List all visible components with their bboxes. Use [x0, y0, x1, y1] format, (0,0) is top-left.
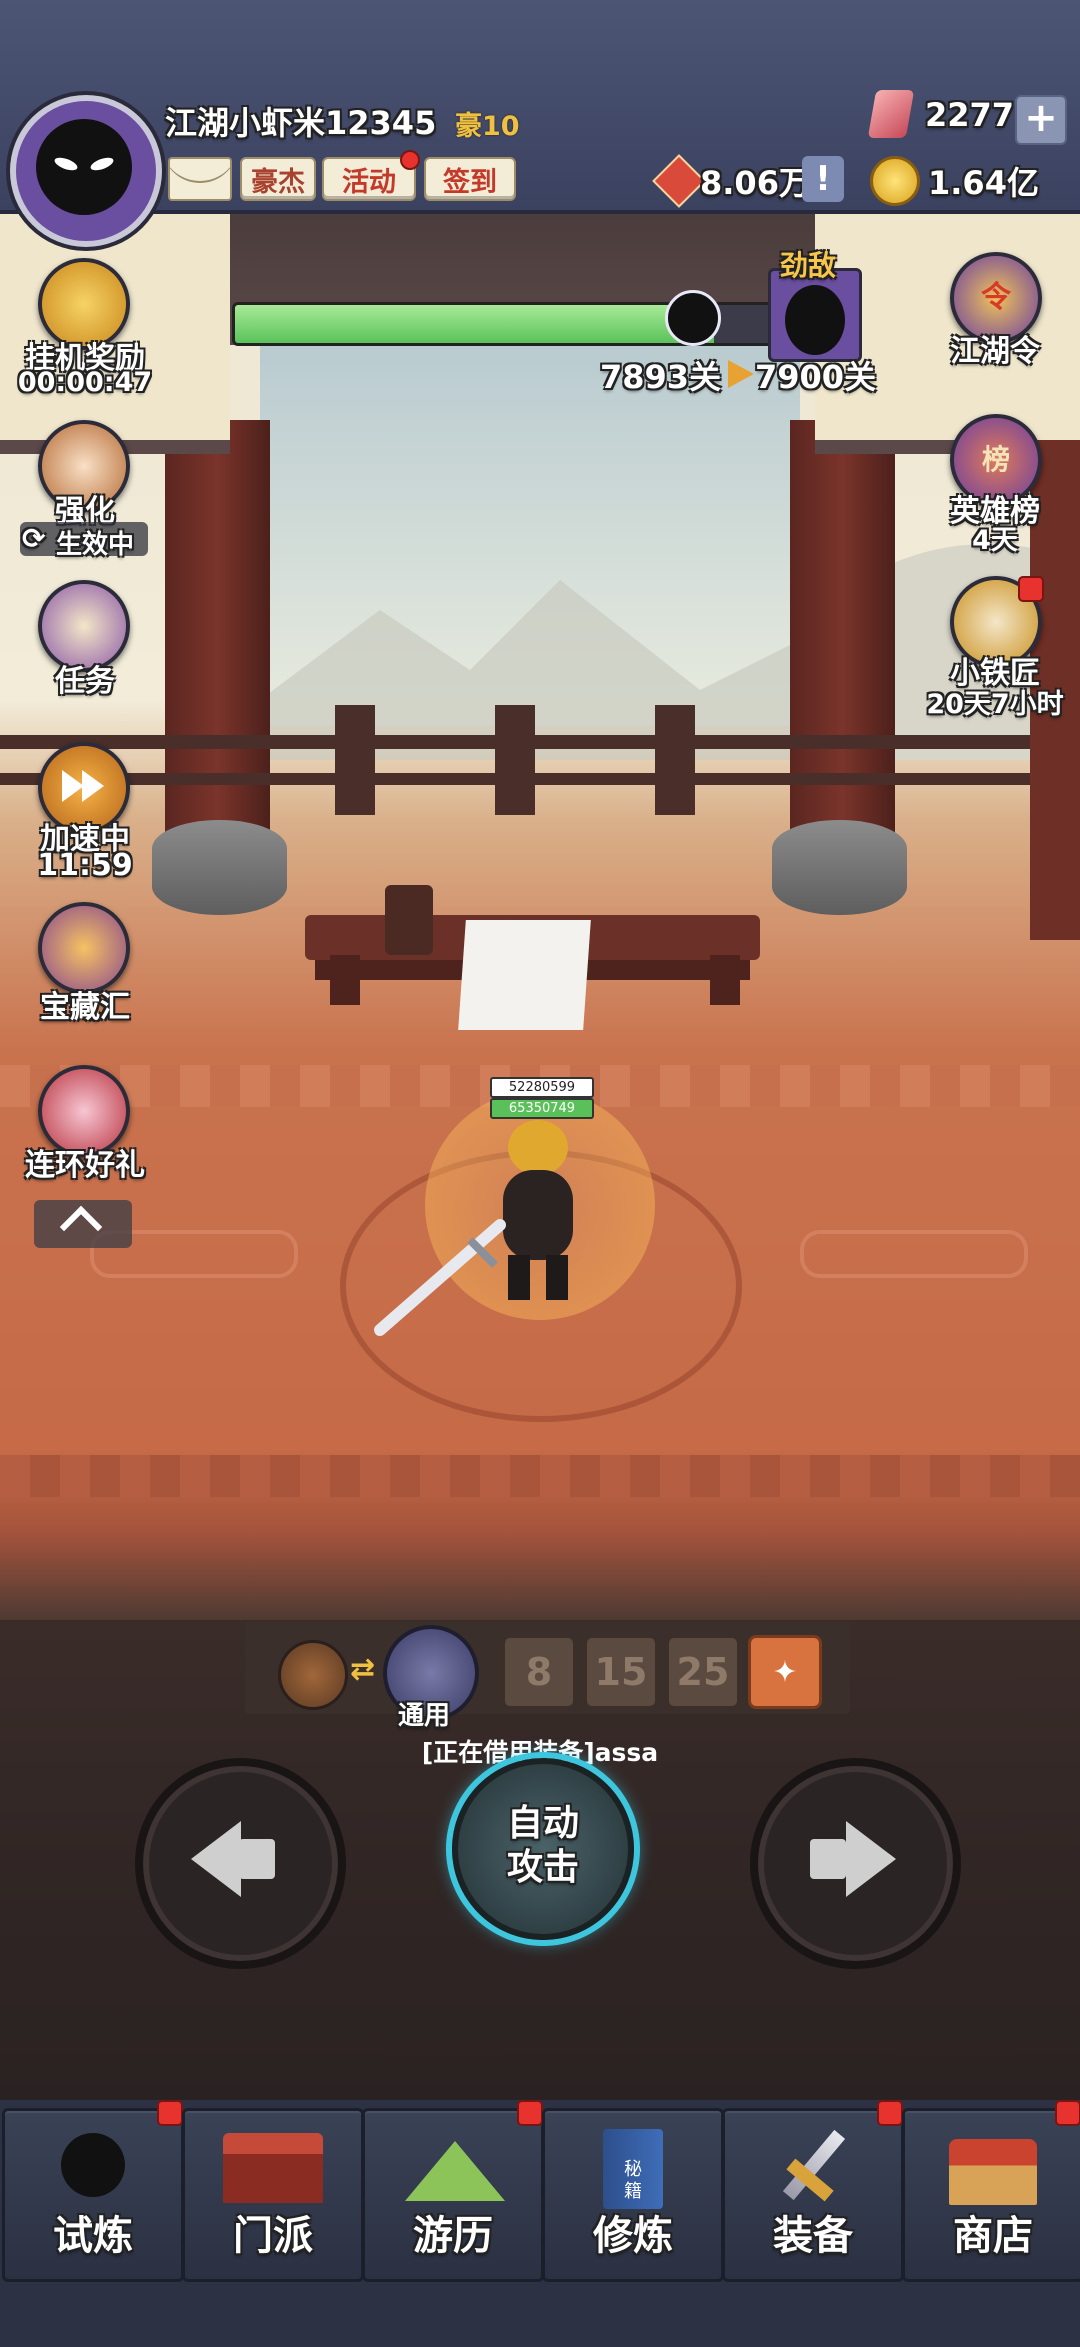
chevron-up-icon — [59, 1205, 103, 1249]
skill-level-3: 25 — [676, 1650, 730, 1694]
hp-bar: 65350749 — [490, 1098, 594, 1119]
tab-travel-badge — [517, 2100, 543, 2126]
cloud-pattern-right — [800, 1230, 1028, 1278]
player-avatar[interactable] — [10, 95, 162, 247]
swap-icon: ⇄ — [350, 1652, 376, 1687]
skill-slot-1[interactable]: 8 — [502, 1635, 576, 1709]
player-sword — [374, 1219, 506, 1336]
boss-ninja-icon — [785, 285, 845, 355]
tab-travel[interactable]: 游历 — [362, 2108, 544, 2282]
weapon-label: 通用 — [398, 1701, 451, 1731]
honor-info-button[interactable]: ! — [802, 156, 844, 202]
vip-badge[interactable]: 豪10 — [455, 104, 520, 143]
gem-count: 2277 — [925, 96, 1015, 134]
gold-coin-icon — [870, 156, 920, 206]
player-name: 江湖小虾米12345 — [165, 104, 437, 142]
speedup-timer: 11:59 — [37, 848, 133, 883]
task-label: 任务 — [55, 664, 115, 699]
shield-bar: 52280599 — [490, 1077, 594, 1098]
skill-slot-4[interactable]: ✦ — [748, 1635, 822, 1709]
blacksmith-time: 20天7小时 — [926, 689, 1064, 720]
ninja-icon — [61, 2133, 125, 2197]
skill-level-1: 8 — [525, 1650, 553, 1694]
brush-pot — [385, 885, 433, 955]
skill-flame-icon: ✦ — [772, 1654, 798, 1690]
add-gems-button[interactable]: + — [1015, 95, 1067, 145]
collapse-menu-button[interactable] — [34, 1200, 132, 1249]
heroes-label: 豪杰 — [251, 166, 305, 198]
mail-icon[interactable] — [168, 157, 232, 201]
idle-reward-timer: 00:00:47 — [17, 367, 153, 398]
tab-shop-label: 商店 — [953, 2213, 1033, 2259]
skill-slot-2[interactable]: 15 — [584, 1635, 658, 1709]
tab-shop[interactable]: 商店 — [902, 2108, 1080, 2282]
auto-attack-label: 自动 攻击 — [506, 1803, 579, 1888]
treasure-chest-icon[interactable] — [38, 902, 130, 994]
table-leg-left — [330, 955, 360, 1005]
auto-attack-button[interactable]: 自动 攻击 — [452, 1758, 634, 1940]
mountain-icon — [405, 2141, 505, 2201]
tab-sect[interactable]: 门派 — [182, 2108, 364, 2282]
arrow-left-icon — [191, 1821, 241, 1897]
signin-button[interactable]: 签到 — [424, 157, 516, 201]
railing — [0, 705, 1080, 815]
move-right-button[interactable] — [750, 1758, 961, 1969]
activity-badge — [400, 150, 420, 170]
target-stage: 7900关 — [755, 358, 877, 396]
arrow-right-icon — [846, 1821, 896, 1897]
boss-label: 劲敌 — [780, 249, 837, 282]
gift-label: 连环好礼 — [25, 1148, 145, 1183]
current-stage: 7893关 — [600, 358, 722, 396]
jianghu-token-label: 江湖令 — [950, 334, 1040, 369]
skill-slot-3[interactable]: 25 — [666, 1635, 740, 1709]
tab-equipment-label: 装备 — [773, 2213, 853, 2259]
gate-icon — [223, 2133, 323, 2203]
tab-equipment[interactable]: 装备 — [722, 2108, 904, 2282]
tab-trial-label: 试炼 — [53, 2213, 133, 2259]
book-glyph: 秘 籍 — [624, 2159, 642, 2202]
stage-progress-fill — [235, 305, 714, 343]
honor-count: 8.06万 — [700, 164, 811, 202]
tab-equipment-badge — [877, 2100, 903, 2126]
strengthen-status: 生效中 — [56, 530, 135, 560]
paper-scroll — [458, 920, 591, 1030]
tab-trial[interactable]: 试炼 — [2, 2108, 184, 2282]
rank-glyph: 榜 — [981, 443, 1010, 476]
tab-cultivate[interactable]: 秘 籍 修炼 — [542, 2108, 724, 2282]
shop-icon — [949, 2139, 1037, 2205]
refresh-icon: ⟳ — [22, 522, 46, 555]
spear-weapon-icon[interactable] — [278, 1640, 348, 1710]
blacksmith-badge — [1018, 576, 1044, 602]
tab-travel-label: 游历 — [413, 2213, 493, 2259]
tab-cultivate-label: 修炼 — [593, 2213, 673, 2259]
move-left-button[interactable] — [135, 1758, 346, 1969]
game-screen: 52280599 65350749 江湖小虾米12345 豪10 豪杰 活动 签… — [0, 0, 1080, 2347]
player-marker-icon — [665, 290, 721, 346]
heroes-button[interactable]: 豪杰 — [240, 157, 316, 201]
hero-rank-days: 4天 — [972, 525, 1018, 556]
gold-count: 1.64亿 — [928, 164, 1039, 202]
tab-trial-badge — [157, 2100, 183, 2126]
avatar-ninja-icon — [36, 119, 132, 215]
flag-icon — [728, 360, 754, 388]
hp-value: 65350749 — [508, 1101, 576, 1116]
tab-sect-label: 门派 — [233, 2213, 313, 2259]
skill-level-2: 15 — [594, 1650, 648, 1694]
treasure-label: 宝藏汇 — [40, 990, 130, 1025]
token-glyph: 令 — [981, 280, 1011, 315]
pillar-right-base — [772, 820, 907, 915]
table-leg-right — [710, 955, 740, 1005]
shield-value: 52280599 — [508, 1080, 576, 1095]
tab-shop-badge — [1055, 2100, 1080, 2126]
rug-band-bottom — [0, 1455, 1080, 1497]
book-icon: 秘 籍 — [603, 2129, 663, 2209]
activity-label: 活动 — [342, 166, 396, 198]
signin-label: 签到 — [443, 166, 497, 198]
